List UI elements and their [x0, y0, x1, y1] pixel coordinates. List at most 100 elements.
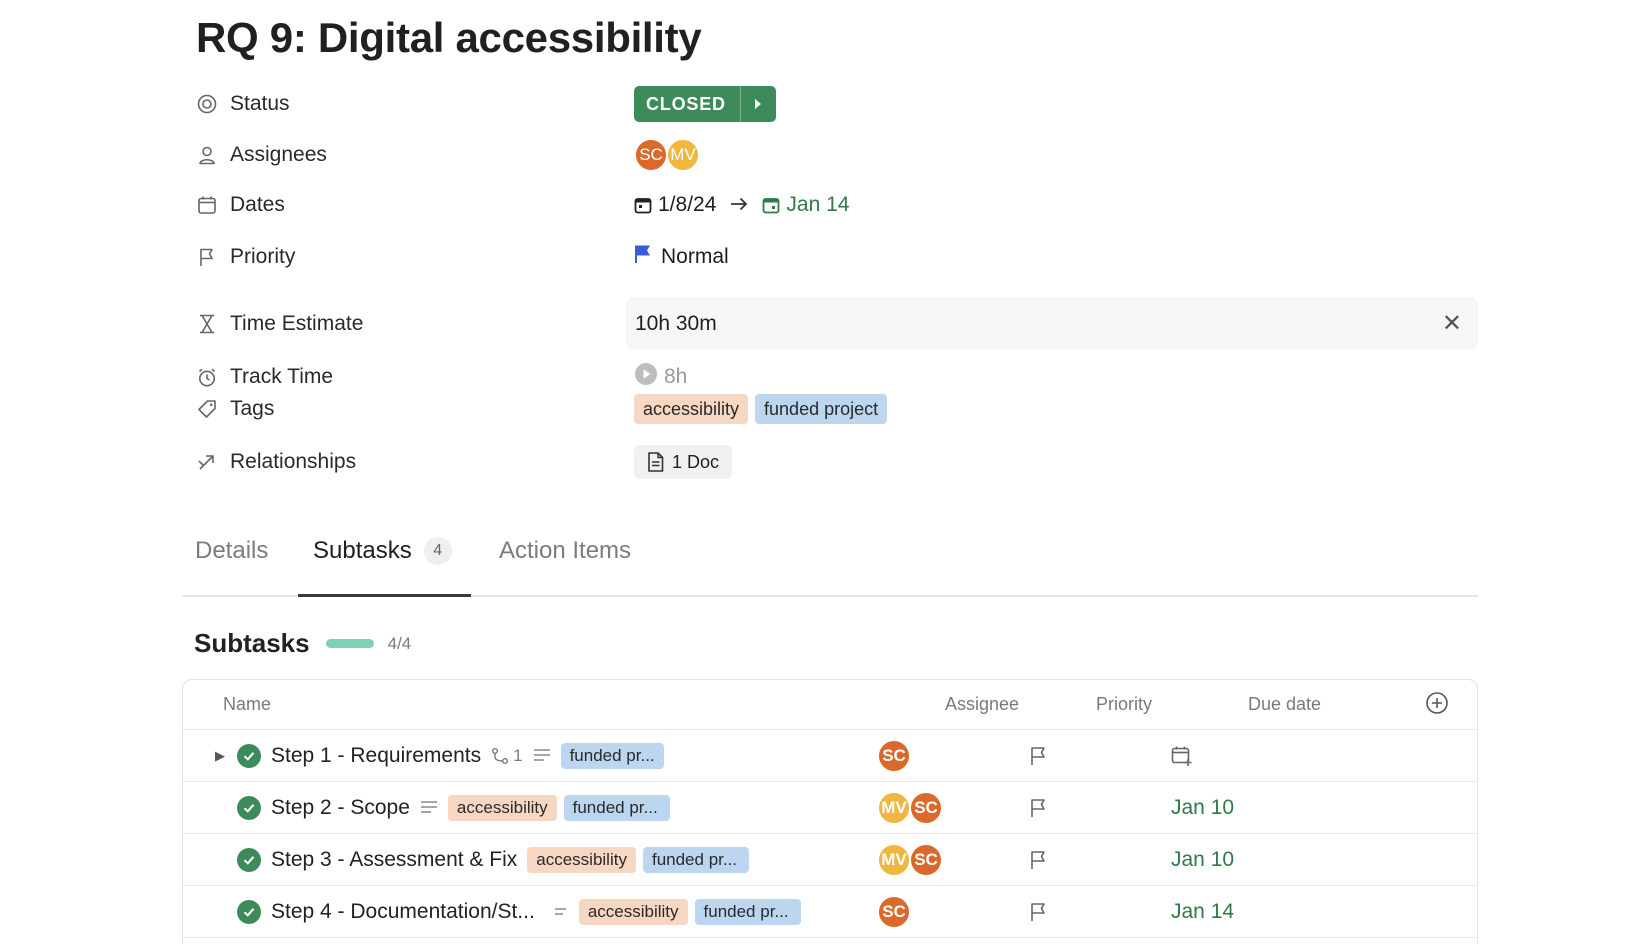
status-value[interactable]: CLOSED [634, 86, 741, 122]
due-date-icon [762, 198, 780, 214]
assignee-cell[interactable]: SC [877, 730, 911, 782]
assignee-cell[interactable]: MV SC [877, 782, 943, 834]
status-button[interactable]: CLOSED [634, 86, 776, 122]
tab-subtasks[interactable]: Subtasks 4 [313, 537, 452, 565]
assignee-cell[interactable]: MV SC [877, 834, 943, 886]
tag-funded-project[interactable]: funded pr... [563, 795, 670, 821]
assignee-avatars[interactable]: SC MV [634, 138, 700, 172]
time-estimate-input[interactable]: 10h 30m ✕ [626, 297, 1478, 350]
completed-check-icon[interactable] [237, 848, 261, 872]
subtask-name[interactable]: Step 2 - Scope [271, 796, 410, 820]
tag-accessibility[interactable]: accessibility [447, 795, 557, 821]
property-tags: Tags accessibility funded project [196, 389, 1476, 429]
person-icon [196, 144, 218, 166]
track-time-label: Track Time [230, 365, 334, 388]
priority-flag-icon[interactable] [1029, 730, 1047, 782]
priority-flag-icon [634, 244, 652, 270]
assignee-cell[interactable]: SC [877, 886, 911, 938]
tag-accessibility[interactable]: accessibility [578, 899, 688, 925]
description-icon [533, 744, 551, 768]
tag-funded-project[interactable]: funded pr... [560, 743, 664, 769]
start-date-icon [634, 198, 652, 214]
tab-action-items[interactable]: Action Items [499, 537, 631, 565]
table-row[interactable]: ▶ Step 3 - Assessment & Fix accessibilit… [183, 833, 1477, 885]
hourglass-icon [196, 313, 218, 335]
tag-funded-project[interactable]: funded pr... [694, 899, 801, 925]
dates-label: Dates [230, 193, 285, 216]
completed-check-icon[interactable] [237, 796, 261, 820]
table-row[interactable]: ▶ Step 1 - Requirements 1 funded pr... S… [183, 729, 1477, 781]
assignees-label: Assignees [230, 143, 327, 166]
task-tabs: Details Subtasks 4 Action Items [182, 527, 1478, 597]
relationship-icon [196, 451, 218, 473]
subtask-name[interactable]: Step 3 - Assessment & Fix [271, 848, 517, 872]
clear-icon[interactable]: ✕ [1442, 309, 1462, 338]
priority-flag-icon[interactable] [1029, 886, 1047, 938]
calendar-icon [196, 194, 218, 216]
start-date[interactable]: 1/8/24 [634, 193, 716, 217]
priority-flag-icon[interactable] [1029, 782, 1047, 834]
subtasks-table: Name Assignee Priority Due date ▶ Step 1… [182, 679, 1478, 944]
avatar[interactable]: SC [634, 138, 668, 172]
completed-check-icon[interactable] [237, 900, 261, 924]
status-label: Status [230, 92, 290, 115]
play-icon[interactable] [634, 362, 658, 392]
tag-funded-project[interactable]: funded pr... [642, 847, 750, 873]
priority-label: Priority [230, 245, 296, 268]
avatar[interactable]: MV [666, 138, 700, 172]
tag-accessibility[interactable]: accessibility [527, 847, 636, 873]
table-row[interactable]: ▶ Step 4 - Documentation/St... accessibi… [183, 885, 1477, 937]
tab-details[interactable]: Details [195, 537, 268, 565]
subtask-name[interactable]: Step 4 - Documentation/St... [271, 900, 535, 924]
avatar[interactable]: MV [877, 843, 911, 877]
column-header-name[interactable]: Name [223, 694, 271, 715]
subtasks-heading: Subtasks [194, 628, 310, 658]
track-time-value[interactable]: 8h [634, 362, 687, 392]
property-dates: Dates 1/8/24 Jan 14 [196, 185, 1476, 225]
avatar[interactable]: MV [877, 791, 911, 825]
task-title[interactable]: RQ 9: Digital accessibility [196, 14, 702, 62]
priority-value[interactable]: Normal [634, 244, 729, 270]
completed-check-icon[interactable] [237, 744, 261, 768]
tag-icon [196, 398, 218, 420]
due-date[interactable]: Jan 14 [1171, 886, 1234, 938]
relationships-label: Relationships [230, 450, 357, 473]
stopwatch-icon [196, 366, 218, 388]
avatar[interactable]: SC [877, 739, 911, 773]
priority-flag-icon[interactable] [1029, 834, 1047, 886]
subtask-name[interactable]: Step 1 - Requirements [271, 744, 481, 768]
tag-funded-project[interactable]: funded project [755, 394, 888, 424]
description-icon [420, 796, 438, 820]
avatar[interactable]: SC [877, 895, 911, 929]
table-row[interactable]: ▶ Step 2 - Scope accessibility funded pr… [183, 781, 1477, 833]
property-priority: Priority Normal [196, 237, 1476, 277]
next-status-arrow-icon[interactable] [741, 86, 776, 122]
due-date[interactable]: Jan 10 [1171, 782, 1234, 834]
time-estimate-label: Time Estimate [230, 312, 364, 335]
description-icon [551, 900, 569, 924]
add-due-date-icon[interactable] [1171, 730, 1193, 782]
column-header-due-date[interactable]: Due date [1248, 694, 1321, 715]
subtasks-count-badge: 4 [423, 537, 452, 565]
expand-caret-icon[interactable]: ▶ [213, 748, 227, 764]
table-row [183, 937, 1477, 944]
nested-subtasks-count[interactable]: 1 [491, 746, 523, 766]
arrow-right-icon [730, 193, 748, 217]
subtasks-progress-count: 4/4 [387, 633, 412, 653]
avatar[interactable]: SC [909, 791, 943, 825]
column-header-assignee[interactable]: Assignee [945, 694, 1019, 715]
active-tab-indicator [298, 594, 471, 597]
property-status: Status CLOSED [196, 84, 1476, 124]
column-header-priority[interactable]: Priority [1096, 694, 1152, 715]
property-assignees: Assignees SC MV [196, 135, 1476, 175]
avatar[interactable]: SC [909, 843, 943, 877]
add-column-icon[interactable] [1425, 691, 1449, 715]
tags-label: Tags [230, 397, 275, 420]
linked-doc-chip[interactable]: 1 Doc [634, 445, 733, 479]
property-relationships: Relationships 1 Doc [196, 442, 1476, 482]
due-date[interactable]: Jan 10 [1171, 834, 1234, 886]
document-icon [648, 452, 664, 472]
due-date[interactable]: Jan 14 [762, 193, 849, 217]
subtask-tree-icon [492, 748, 509, 764]
tag-accessibility[interactable]: accessibility [634, 394, 749, 424]
